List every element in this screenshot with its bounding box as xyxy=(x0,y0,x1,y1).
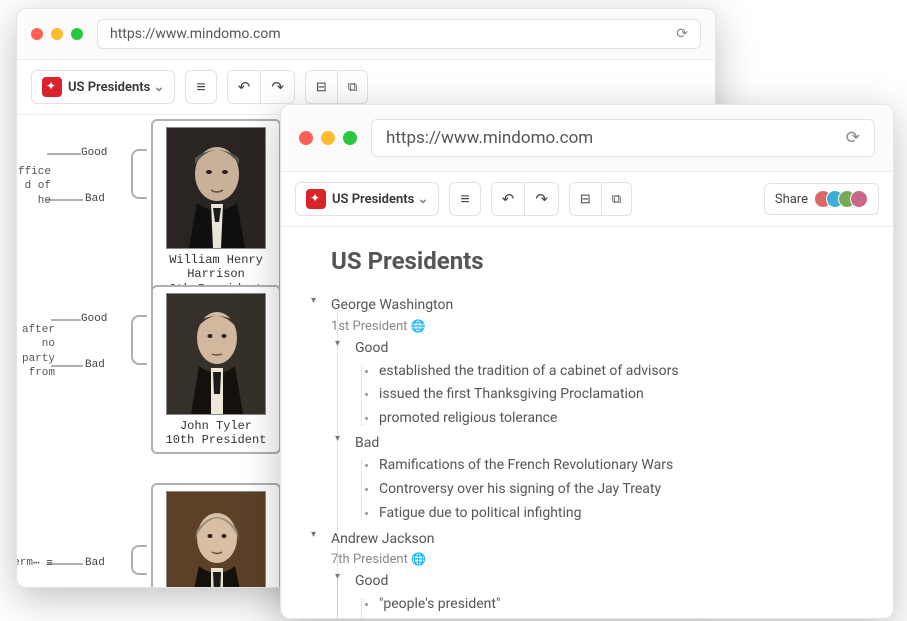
view-outline-button[interactable] xyxy=(338,71,367,103)
edge-fragment: ffice d of he xyxy=(16,165,51,208)
app-logo-icon xyxy=(42,77,62,97)
browser-window-front: https://www.mindomo.com ⟳ US Presidents … xyxy=(280,104,894,619)
undo-icon xyxy=(238,78,251,96)
mindmap-view-icon xyxy=(316,80,327,95)
outline-section-bad[interactable]: Bad Ramifications of the French Revoluti… xyxy=(355,432,859,527)
redo-button[interactable] xyxy=(261,71,294,103)
mindmap-node-polk[interactable]: James K. Polk11th President xyxy=(151,483,281,588)
url-bar[interactable]: https://www.mindomo.com ⟳ xyxy=(371,119,875,157)
url-text: https://www.mindomo.com xyxy=(386,128,593,148)
outline-subtitle: 7th President 🌐 xyxy=(331,550,859,570)
refresh-icon[interactable]: ⟳ xyxy=(846,128,860,148)
undo-redo-group xyxy=(491,182,559,216)
view-mindmap-button[interactable] xyxy=(570,183,602,215)
outline-view-icon xyxy=(348,80,357,95)
page-title: US Presidents xyxy=(331,243,859,280)
minimize-window-icon[interactable] xyxy=(321,131,335,145)
view-mode-group xyxy=(569,182,632,216)
outline-name: Andrew Jackson xyxy=(331,531,435,547)
connector-line xyxy=(47,199,83,201)
outline-bullet[interactable]: Nullification Crisis xyxy=(379,617,859,619)
outline-section-good[interactable]: Good "people's president" Nullification … xyxy=(355,570,859,619)
globe-icon: 🌐 xyxy=(411,319,426,333)
undo-redo-group xyxy=(227,70,295,104)
outline-view[interactable]: US Presidents George Washington 1st Pres… xyxy=(281,227,893,619)
connector-line xyxy=(47,153,81,155)
outline-bullet[interactable]: Controversy over his signing of the Jay … xyxy=(379,478,859,502)
portrait-harrison xyxy=(167,128,266,248)
node-portrait-frame xyxy=(166,491,266,588)
close-window-icon[interactable] xyxy=(299,131,313,145)
window-controls xyxy=(299,131,357,145)
outline-bullet[interactable]: Fatigue due to political infighting xyxy=(379,502,859,526)
view-mindmap-button[interactable] xyxy=(306,71,338,103)
node-portrait-frame xyxy=(166,127,266,249)
document-selector[interactable]: US Presidents xyxy=(295,182,439,216)
collaborator-avatars xyxy=(814,190,868,208)
tag-good: Good xyxy=(81,313,107,325)
tag-bad: Bad xyxy=(85,557,105,569)
document-title: US Presidents xyxy=(332,192,428,207)
edge-fragment: erm xyxy=(16,556,33,570)
document-title: US Presidents xyxy=(68,80,164,95)
portrait-polk xyxy=(167,492,266,588)
redo-button[interactable] xyxy=(525,183,558,215)
outline-bullet[interactable]: established the tradition of a cabinet o… xyxy=(379,360,859,384)
view-outline-button[interactable] xyxy=(602,183,631,215)
redo-icon xyxy=(535,190,548,208)
avatar xyxy=(850,190,868,208)
connector-bracket xyxy=(131,545,147,575)
outline-bullet[interactable]: issued the first Thanksgiving Proclamati… xyxy=(379,383,859,407)
menu-icon xyxy=(460,189,469,209)
undo-icon xyxy=(502,190,515,208)
menu-button[interactable] xyxy=(185,70,216,104)
share-button[interactable]: Share xyxy=(764,183,879,215)
menu-icon xyxy=(196,77,205,97)
outline-view-icon xyxy=(612,192,621,207)
menu-button[interactable] xyxy=(449,182,480,216)
outline-bullet[interactable]: Ramifications of the French Revolutionar… xyxy=(379,454,859,478)
undo-button[interactable] xyxy=(492,183,526,215)
titlebar: https://www.mindomo.com ⟳ xyxy=(17,9,715,60)
node-portrait-frame xyxy=(166,293,266,415)
tag-bad: Bad xyxy=(85,193,105,205)
undo-button[interactable] xyxy=(228,71,262,103)
app-toolbar: US Presidents Share xyxy=(281,172,893,227)
outline-bullet[interactable]: "people's president" xyxy=(379,593,859,617)
connector-line xyxy=(51,365,83,367)
connector-line xyxy=(51,319,81,321)
outline-subtitle: 1st President 🌐 xyxy=(331,317,859,337)
connector-bracket xyxy=(131,315,147,365)
maximize-window-icon[interactable] xyxy=(343,131,357,145)
maximize-window-icon[interactable] xyxy=(71,28,83,40)
outline-section-good[interactable]: Good established the tradition of a cabi… xyxy=(355,337,859,432)
titlebar: https://www.mindomo.com ⟳ xyxy=(281,105,893,172)
mindmap-view-icon xyxy=(580,192,591,207)
connector-bracket xyxy=(131,149,147,199)
mindmap-node-harrison[interactable]: William Henry Harrison9th President xyxy=(151,119,281,302)
share-label: Share xyxy=(775,192,808,207)
tag-bad: Bad xyxy=(85,359,105,371)
url-text: https://www.mindomo.com xyxy=(110,26,281,42)
portrait-tyler xyxy=(167,294,266,414)
outline-bullet[interactable]: promoted religious tolerance xyxy=(379,407,859,431)
view-mode-group xyxy=(305,70,368,104)
outline-item-jackson[interactable]: Andrew Jackson 7th President 🌐 Good "peo… xyxy=(331,528,859,619)
url-bar[interactable]: https://www.mindomo.com ⟳ xyxy=(97,19,701,49)
mindmap-node-tyler[interactable]: John Tyler10th President xyxy=(151,285,281,454)
outline-item-washington[interactable]: George Washington 1st President 🌐 Good e… xyxy=(331,294,859,527)
window-controls xyxy=(31,28,83,40)
edge-fragment: after no party from xyxy=(16,323,55,380)
outline-name: George Washington xyxy=(331,297,453,313)
close-window-icon[interactable] xyxy=(31,28,43,40)
redo-icon xyxy=(271,78,284,96)
minimize-window-icon[interactable] xyxy=(51,28,63,40)
tag-good: Good xyxy=(81,147,107,159)
document-selector[interactable]: US Presidents xyxy=(31,70,175,104)
node-caption: John Tyler10th President xyxy=(157,419,275,448)
refresh-icon[interactable]: ⟳ xyxy=(676,26,688,42)
annotation-icon: ⋯ ≡ xyxy=(33,556,53,570)
app-logo-icon xyxy=(306,189,326,209)
globe-icon: 🌐 xyxy=(411,552,426,566)
